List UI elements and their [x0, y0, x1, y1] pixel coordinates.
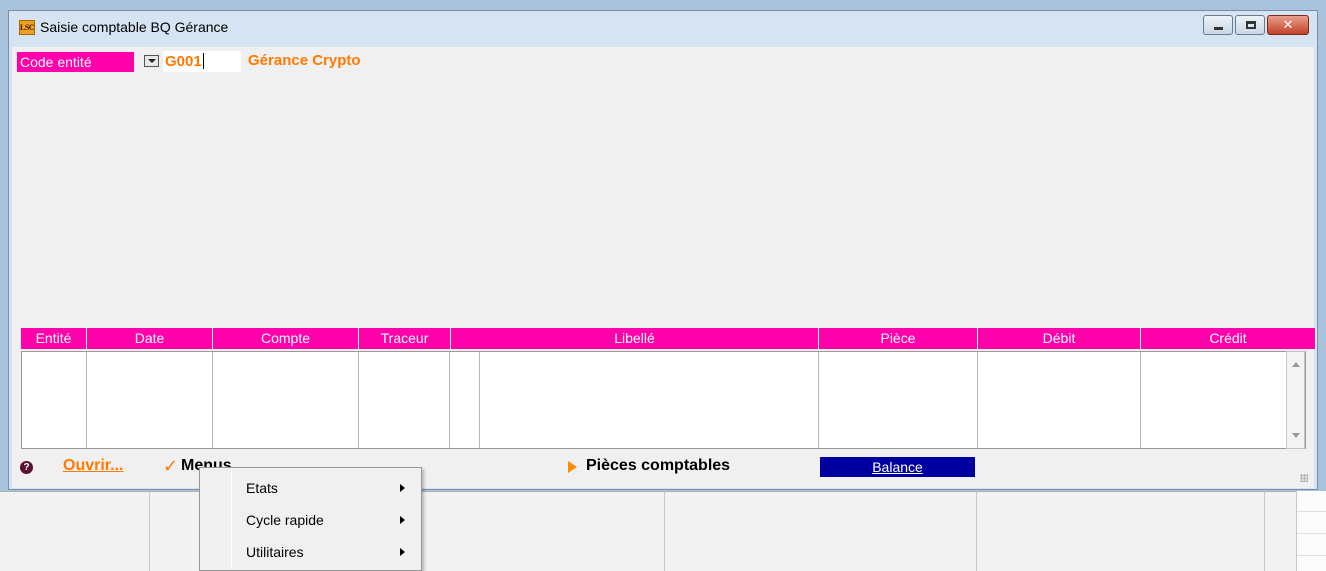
- menus-popup: Etats Cycle rapide Utilitaires: [199, 467, 422, 571]
- help-icon[interactable]: ?: [20, 461, 33, 474]
- background-divider: [976, 491, 977, 571]
- menu-item-cycle-rapide[interactable]: Cycle rapide: [202, 506, 419, 534]
- column-header-piece[interactable]: Pièce: [819, 328, 978, 349]
- column-header-libelle[interactable]: Libellé: [451, 328, 819, 349]
- checkmark-icon: ✓: [163, 456, 179, 476]
- scroll-up-icon[interactable]: [1292, 362, 1300, 367]
- vertical-scrollbar[interactable]: [1286, 351, 1305, 449]
- main-window: LSC Saisie comptable BQ Gérance ✕ Code e…: [8, 10, 1318, 490]
- maximize-icon: [1246, 21, 1256, 29]
- menu-item-utilitaires[interactable]: Utilitaires: [202, 538, 419, 566]
- column-header-entite[interactable]: Entité: [21, 328, 87, 349]
- column-header-debit[interactable]: Débit: [978, 328, 1141, 349]
- column-date[interactable]: [87, 352, 213, 448]
- background-row-line: [1297, 555, 1326, 556]
- window-title: Saisie comptable BQ Gérance: [40, 19, 229, 35]
- menu-item-etats[interactable]: Etats: [202, 474, 419, 502]
- column-piece[interactable]: [819, 352, 978, 448]
- open-link[interactable]: Ouvrir...: [63, 457, 123, 475]
- submenu-arrow-icon: [400, 484, 405, 492]
- resize-grip-icon[interactable]: [1300, 474, 1308, 482]
- column-entite[interactable]: [22, 352, 87, 448]
- play-arrow-icon: [568, 461, 577, 473]
- background-window: [0, 491, 1296, 571]
- menu-item-label: Utilitaires: [246, 544, 304, 560]
- title-bar[interactable]: LSC Saisie comptable BQ Gérance ✕: [9, 11, 1317, 47]
- column-marker[interactable]: [450, 352, 480, 448]
- minimize-icon: [1214, 27, 1223, 30]
- background-divider: [664, 491, 665, 571]
- submenu-arrow-icon: [400, 516, 405, 524]
- column-header-date[interactable]: Date: [87, 328, 213, 349]
- pieces-comptables-button[interactable]: Pièces comptables: [586, 457, 730, 475]
- entity-name: Gérance Crypto: [248, 52, 361, 69]
- column-header-compte[interactable]: Compte: [213, 328, 359, 349]
- submenu-arrow-icon: [400, 548, 405, 556]
- column-traceur[interactable]: [359, 352, 450, 448]
- minimize-button[interactable]: [1203, 15, 1233, 35]
- close-icon: ✕: [1282, 17, 1294, 32]
- menu-item-label: Etats: [246, 480, 278, 496]
- column-debit[interactable]: [978, 352, 1141, 448]
- table-body[interactable]: [21, 351, 1306, 449]
- menu-item-label: Cycle rapide: [246, 512, 324, 528]
- entity-code-value: G001: [165, 53, 202, 70]
- app-logo-icon: LSC: [19, 20, 35, 35]
- text-cursor: [202, 53, 204, 69]
- column-credit[interactable]: [1141, 352, 1275, 448]
- entity-dropdown-button[interactable]: [144, 55, 159, 67]
- entity-code-input[interactable]: G001: [163, 51, 241, 72]
- window-controls: ✕: [1203, 15, 1309, 35]
- entity-code-label: Code entité: [17, 52, 134, 72]
- background-row-line: [1297, 533, 1326, 534]
- close-button[interactable]: ✕: [1267, 15, 1309, 35]
- balance-button[interactable]: Balance: [820, 457, 975, 477]
- scroll-down-icon[interactable]: [1292, 433, 1300, 438]
- client-area: Code entité G001 Gérance Crypto Entité D…: [12, 47, 1315, 488]
- background-side-panel: [1296, 491, 1326, 571]
- column-header-traceur[interactable]: Traceur: [359, 328, 451, 349]
- column-compte[interactable]: [213, 352, 359, 448]
- column-header-credit[interactable]: Crédit: [1141, 328, 1315, 349]
- column-libelle[interactable]: [480, 352, 819, 448]
- background-row-line: [1297, 511, 1326, 512]
- table-header: Entité Date Compte Traceur Libellé Pièce…: [21, 328, 1315, 349]
- background-divider: [1264, 491, 1265, 571]
- maximize-button[interactable]: [1235, 15, 1265, 35]
- background-divider: [149, 491, 150, 571]
